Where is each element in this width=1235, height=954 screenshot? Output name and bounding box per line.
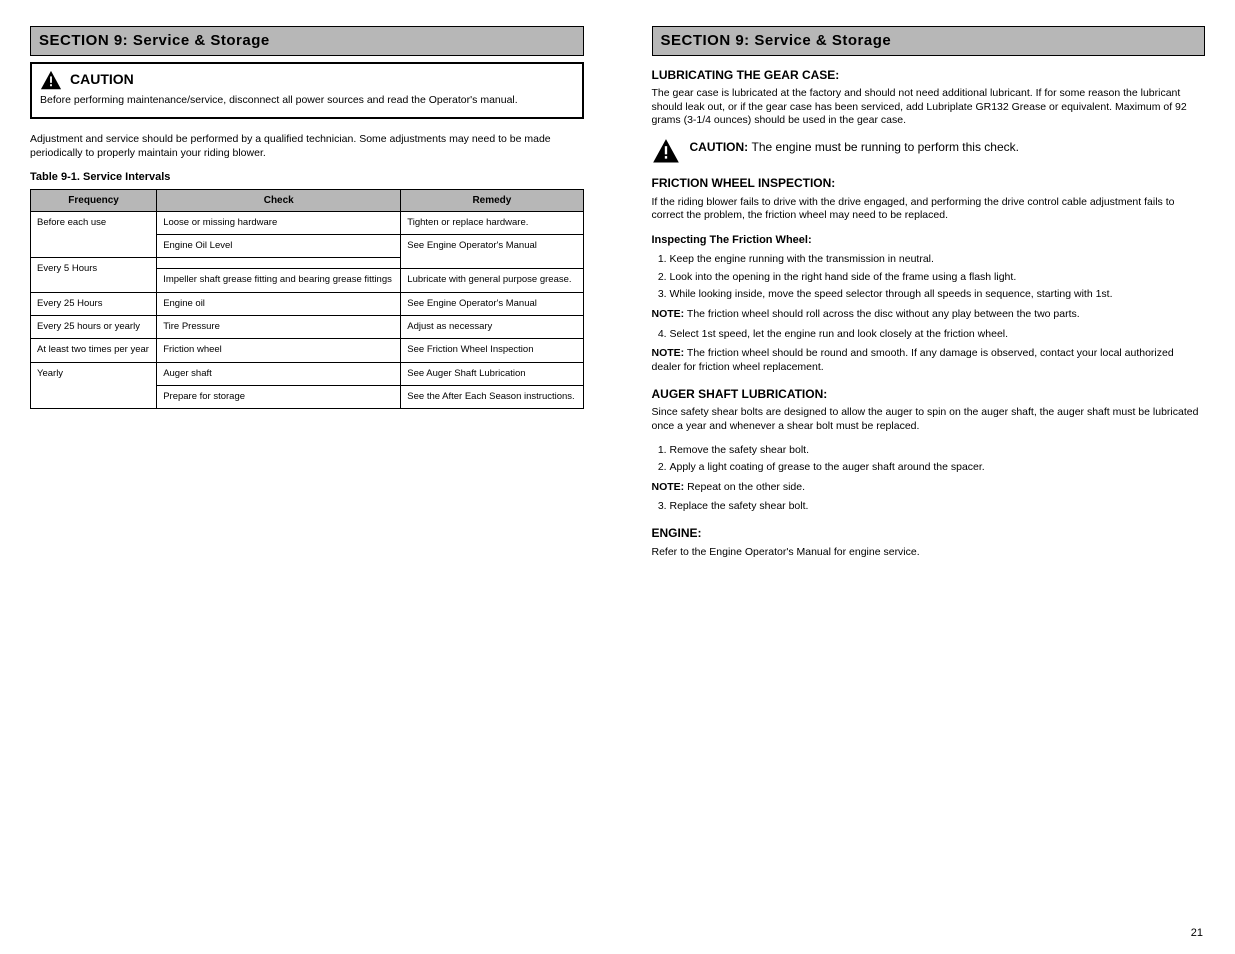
cell: See Engine Operator's Manual: [401, 235, 583, 269]
list-item: Look into the opening in the right hand …: [670, 271, 1206, 285]
service-table: Frequency Check Remedy Before each use L…: [30, 189, 584, 410]
note-text: The friction wheel should roll across th…: [687, 308, 1080, 320]
caution-inline-text: The engine must be running to perform th…: [752, 140, 1019, 154]
warning-icon: [652, 138, 680, 164]
engine-paragraph: Refer to the Engine Operator's Manual fo…: [652, 546, 1206, 560]
auger-paragraph: Since safety shear bolts are designed to…: [652, 406, 1206, 433]
th-frequency: Frequency: [31, 189, 157, 211]
cell: Every 25 Hours: [31, 292, 157, 315]
right-column: SECTION 9: Service & Storage LUBRICATING…: [652, 26, 1206, 569]
cell: [157, 258, 401, 269]
cell: See Friction Wheel Inspection: [401, 339, 583, 362]
friction-paragraph: If the riding blower fails to drive with…: [652, 196, 1206, 223]
cell: See Auger Shaft Lubrication: [401, 362, 583, 385]
inspect-steps-cont: Select 1st speed, let the engine run and…: [652, 328, 1206, 342]
list-item: Keep the engine running with the transmi…: [670, 253, 1206, 267]
caution-word: CAUTION: [70, 70, 134, 88]
cell: Before each use: [31, 211, 157, 258]
gearcase-paragraph: The gear case is lubricated at the facto…: [652, 87, 1206, 128]
cell: Engine Oil Level: [157, 235, 401, 258]
caution-box: CAUTION Before performing maintenance/se…: [30, 62, 584, 120]
note-label: NOTE:: [652, 481, 685, 493]
note-3: NOTE: Repeat on the other side.: [652, 481, 1206, 495]
list-item: Replace the safety shear bolt.: [670, 500, 1206, 514]
list-item: Select 1st speed, let the engine run and…: [670, 328, 1206, 342]
note-text: Repeat on the other side.: [687, 481, 805, 493]
list-item: Remove the safety shear bolt.: [670, 444, 1206, 458]
table-title: Table 9-1. Service Intervals: [30, 170, 584, 184]
cell: Adjust as necessary: [401, 316, 583, 339]
engine-heading: ENGINE:: [652, 526, 1206, 542]
note-text: The friction wheel should be round and s…: [652, 347, 1174, 373]
caution-inline: CAUTION: The engine must be running to p…: [652, 138, 1206, 164]
th-check: Check: [157, 189, 401, 211]
section-heading-left: SECTION 9: Service & Storage: [30, 26, 584, 56]
inspect-heading: Inspecting The Friction Wheel:: [652, 233, 1206, 247]
auger-heading: AUGER SHAFT LUBRICATION:: [652, 387, 1206, 403]
note-label: NOTE:: [652, 308, 685, 320]
cell: Prepare for storage: [157, 386, 401, 409]
cell: At least two times per year: [31, 339, 157, 362]
cell: Tighten or replace hardware.: [401, 211, 583, 234]
intro-paragraph: Adjustment and service should be perform…: [30, 133, 584, 160]
caution-text: Before performing maintenance/service, d…: [40, 94, 574, 108]
list-item: Apply a light coating of grease to the a…: [670, 461, 1206, 475]
cell: Lubricate with general purpose grease.: [401, 269, 583, 292]
note-label: NOTE:: [652, 347, 685, 359]
note-1: NOTE: The friction wheel should roll acr…: [652, 308, 1206, 322]
cell: Every 5 Hours: [31, 258, 157, 292]
inspect-steps: Keep the engine running with the transmi…: [652, 253, 1206, 302]
cell: Engine oil: [157, 292, 401, 315]
auger-steps-cont: Replace the safety shear bolt.: [652, 500, 1206, 514]
note-2: NOTE: The friction wheel should be round…: [652, 347, 1206, 374]
section-heading-right: SECTION 9: Service & Storage: [652, 26, 1206, 56]
list-item: While looking inside, move the speed sel…: [670, 288, 1206, 302]
caution-inline-word: CAUTION: [690, 140, 745, 154]
cell: Impeller shaft grease fitting and bearin…: [157, 269, 401, 292]
cell: Auger shaft: [157, 362, 401, 385]
gearcase-heading: LUBRICATING THE GEAR CASE:: [652, 68, 1206, 84]
left-column: SECTION 9: Service & Storage CAUTION Bef…: [30, 26, 584, 569]
auger-steps: Remove the safety shear bolt. Apply a li…: [652, 444, 1206, 475]
cell: Friction wheel: [157, 339, 401, 362]
cell: See the After Each Season instructions.: [401, 386, 583, 409]
cell: Every 25 hours or yearly: [31, 316, 157, 339]
th-remedy: Remedy: [401, 189, 583, 211]
friction-heading: FRICTION WHEEL INSPECTION:: [652, 176, 1206, 192]
cell: Loose or missing hardware: [157, 211, 401, 234]
cell: Tire Pressure: [157, 316, 401, 339]
page-number: 21: [1191, 926, 1203, 940]
cell: Yearly: [31, 362, 157, 409]
cell: See Engine Operator's Manual: [401, 292, 583, 315]
warning-icon: [40, 70, 62, 90]
